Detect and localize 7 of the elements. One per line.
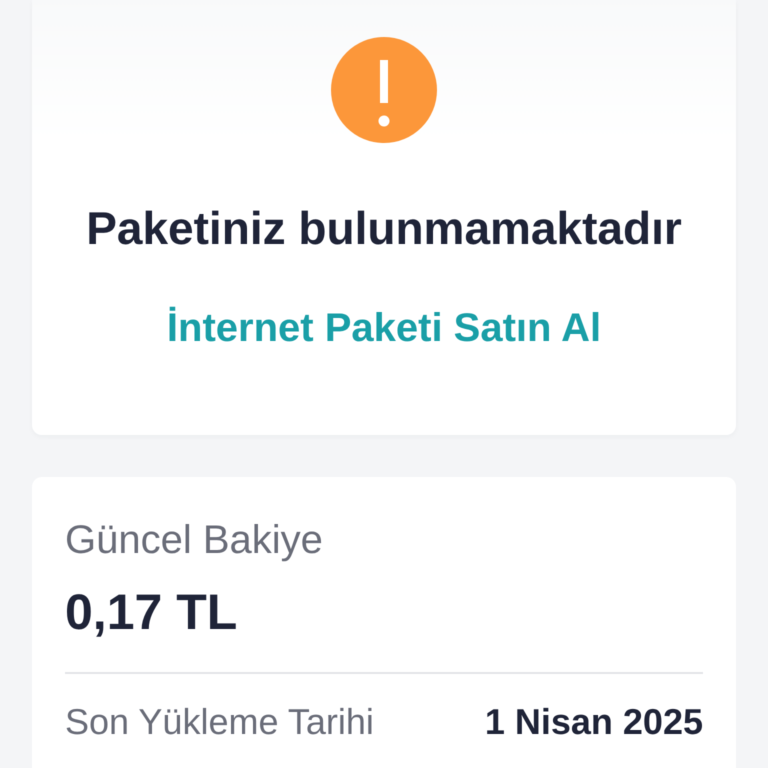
buy-package-link[interactable]: İnternet Paketi Satın Al — [166, 304, 602, 352]
exclamation-icon — [331, 37, 437, 143]
last-topup-date: 1 Nisan 2025 — [484, 700, 703, 744]
last-topup-label: Son Yükleme Tarihi — [65, 700, 374, 744]
balance-label: Güncel Bakiye — [65, 517, 323, 564]
status-title: Paketiniz bulunmamaktadır — [86, 201, 682, 255]
balance-amount: 0,17 TL — [65, 583, 238, 641]
